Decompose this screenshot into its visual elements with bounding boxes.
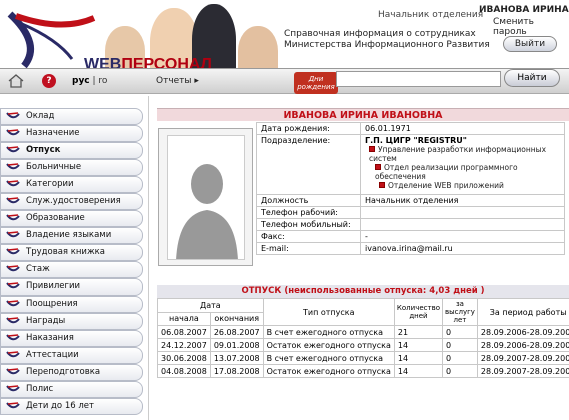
swoosh-icon: [6, 367, 20, 374]
table-row: 30.06.2008 13.07.2008 В счет ежегодного от…: [157, 351, 569, 365]
swoosh-icon: [6, 231, 20, 238]
swoosh-icon: [6, 385, 20, 391]
bullet-icon: [369, 146, 375, 152]
employee-info: Дата рождения: 06.01.1971 Подразделение: …: [157, 122, 565, 282]
language-switch: рус | ro: [72, 76, 108, 86]
exit-button[interactable]: Выйти: [503, 36, 557, 52]
employee-details-table: Дата рождения: 06.01.1971 Подразделение: …: [256, 122, 565, 255]
sidebar-item-experience[interactable]: Стаж: [0, 261, 143, 279]
search-input[interactable]: [336, 71, 501, 87]
table-header-row: Дата Тип отпуска Количество дней за высл…: [157, 298, 569, 326]
table-row: 04.08.2008 17.08.2008 Остаток ежегодного о…: [157, 364, 569, 378]
change-password-link[interactable]: Сменить пароль: [493, 17, 569, 37]
table-row: E-mail: ivanova.irina@mail.ru: [256, 242, 565, 255]
help-icon[interactable]: ?: [42, 74, 56, 88]
sidebar-item-attestations[interactable]: Аттестации: [0, 346, 143, 364]
swoosh-icon: [6, 265, 20, 272]
swoosh-icon: [6, 146, 20, 153]
fax-value: -: [360, 230, 565, 243]
vacation-title: ОТПУСК (неиспользованные отпуска: 4,03 д…: [157, 285, 569, 298]
bullet-icon: [379, 182, 385, 188]
find-button[interactable]: Найти: [504, 69, 560, 87]
vacation-table: Дата Тип отпуска Количество дней за высл…: [157, 298, 569, 378]
table-row: Телефон мобильный:: [256, 218, 565, 231]
sidebar-item-awards[interactable]: Награды: [0, 312, 143, 330]
table-row: Дата рождения: 06.01.1971: [256, 122, 565, 135]
swoosh-icon: [6, 197, 20, 204]
sidebar-item-id-cards[interactable]: Служ.удостоверения: [0, 193, 143, 211]
unit-link-1[interactable]: Управление разработки информационных сис…: [365, 145, 560, 163]
phone-work-value: [360, 206, 565, 219]
swoosh-icon: [6, 350, 20, 357]
main-content: ИВАНОВА ИРИНА ИВАНОВНА Дата рождения: 06.…: [157, 108, 569, 378]
unit-link-2[interactable]: Отдел реализации программного обеспечени…: [365, 163, 560, 181]
reports-menu[interactable]: Отчеты ▸: [156, 76, 199, 86]
sidebar-item-education[interactable]: Образование: [0, 210, 143, 228]
position-value: Начальник отделения: [360, 194, 565, 207]
bullet-icon: [375, 164, 381, 170]
unit-link-3[interactable]: Отделение WEB приложений: [365, 181, 560, 190]
unit-root: Г.П. ЦИГР "REGISTRU": [365, 136, 467, 145]
birth-date-value: 06.01.1971: [360, 122, 565, 135]
user-name: ИВАНОВА ИРИНА: [479, 5, 569, 15]
sidebar-item-retraining[interactable]: Переподготовка: [0, 363, 143, 381]
swoosh-icon: [6, 333, 20, 340]
sidebar: Оклад Назначение Отпуск Больничные Катег…: [0, 108, 143, 415]
sidebar-item-vacation[interactable]: Отпуск: [0, 142, 143, 160]
sidebar-item-privileges[interactable]: Привилегии: [0, 278, 143, 296]
sidebar-item-appointment[interactable]: Назначение: [0, 125, 143, 143]
swoosh-icon: [6, 112, 20, 119]
site-subtitle: Справочная информация о сотрудниках Минис…: [284, 29, 490, 50]
swoosh-icon: [6, 282, 20, 289]
sidebar-item-penalties[interactable]: Наказания: [0, 329, 143, 347]
lang-ro-link[interactable]: ro: [98, 76, 107, 86]
swoosh-icon: [6, 129, 20, 136]
phone-mobile-value: [360, 218, 565, 231]
swoosh-icon: [6, 180, 20, 187]
table-row: Телефон рабочий:: [256, 206, 565, 219]
employee-photo: [158, 128, 253, 266]
table-row: Факс: -: [256, 230, 565, 243]
birthdays-button[interactable]: Дни рождения: [294, 72, 338, 94]
employee-name: ИВАНОВА ИРИНА ИВАНОВНА: [157, 108, 569, 121]
sidebar-item-salary[interactable]: Оклад: [0, 108, 143, 126]
divider: [148, 96, 149, 420]
sidebar-item-languages[interactable]: Владение языками: [0, 227, 143, 245]
table-row: 06.08.2007 26.08.2007 В счет ежегодного от…: [157, 325, 569, 339]
swoosh-icon: [6, 299, 20, 306]
sidebar-item-work-book[interactable]: Трудовая книжка: [0, 244, 143, 262]
home-icon[interactable]: [8, 74, 24, 88]
sidebar-item-sick-leave[interactable]: Больничные: [0, 159, 143, 177]
lang-ru-link[interactable]: рус: [72, 76, 90, 86]
table-row: 24.12.2007 09.01.2008 Остаток ежегодного о…: [157, 338, 569, 352]
table-row: Подразделение: Г.П. ЦИГР "REGISTRU" Упра…: [256, 134, 565, 195]
email-link[interactable]: ivanova.irina@mail.ru: [360, 242, 565, 255]
user-role: Начальник отделения: [378, 10, 484, 20]
swoosh-icon: [6, 248, 20, 255]
table-row: Должность Начальник отделения: [256, 194, 565, 207]
header: WEBПЕРСОНАЛ Начальник отделения ИВАНОВА …: [0, 0, 569, 78]
swoosh-icon: [6, 214, 20, 221]
triangle-right-icon: ▸: [194, 76, 199, 86]
sidebar-item-policy[interactable]: Полис: [0, 380, 143, 398]
avatar-placeholder-icon: [176, 164, 238, 259]
swoosh-icon: [6, 316, 20, 323]
swoosh-icon: [6, 402, 20, 409]
sidebar-item-children[interactable]: Дети до 16 лет: [0, 397, 143, 415]
sidebar-item-categories[interactable]: Категории: [0, 176, 143, 194]
swoosh-icon: [6, 163, 20, 170]
sidebar-item-incentives[interactable]: Поощрения: [0, 295, 143, 313]
